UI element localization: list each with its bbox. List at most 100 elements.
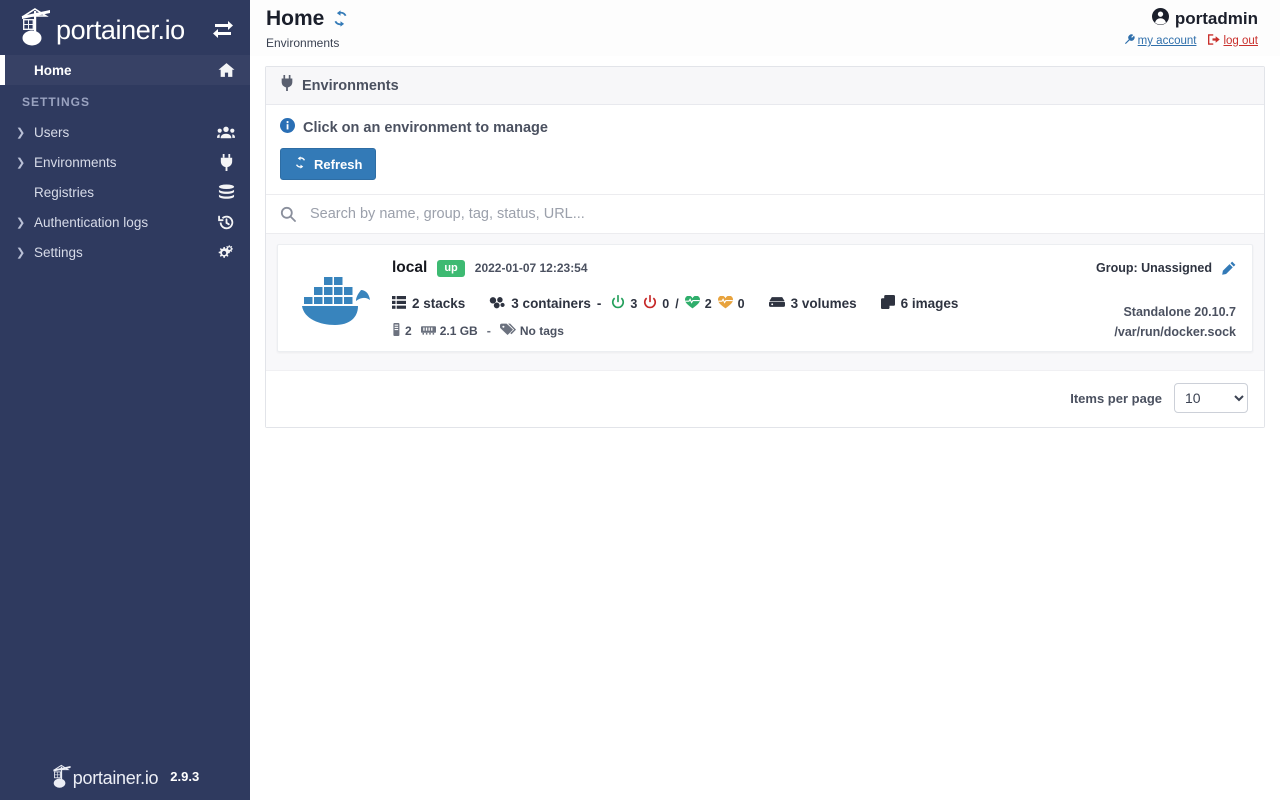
items-per-page-label: Items per page [1070, 391, 1162, 406]
exchange-arrows-icon[interactable] [210, 15, 236, 41]
sync-icon [294, 156, 307, 172]
chevron-right-icon: ❯ [16, 156, 30, 169]
chevron-right-icon: ❯ [16, 126, 30, 139]
cpu-icon [392, 323, 401, 339]
volumes-icon [769, 296, 785, 311]
stat-tags: No tags [500, 323, 564, 339]
environment-title-row: local up 2022-01-07 12:23:54 [392, 259, 1096, 277]
stat-volumes: 3 volumes [769, 296, 857, 311]
environment-endpoint: /var/run/docker.sock [1096, 325, 1236, 339]
stat-containers-label: 3 containers [511, 296, 591, 311]
sidebar-brand-label: portainer.io [56, 17, 185, 49]
refresh-icon[interactable] [332, 10, 349, 27]
sidebar-item-settings[interactable]: ❯ Settings [0, 237, 250, 267]
containers-icon [489, 296, 505, 312]
stat-memory-label: 2.1 GB [440, 324, 478, 338]
gears-icon [216, 244, 236, 261]
stat-images-label: 6 images [901, 296, 959, 311]
environment-timestamp: 2022-01-07 12:23:54 [475, 261, 588, 275]
sidebar-item-users[interactable]: ❯ Users [0, 117, 250, 147]
wrench-icon [1124, 34, 1135, 48]
users-icon [216, 124, 236, 140]
sidebar-version: 2.9.3 [170, 769, 199, 786]
sidebar-footer-brand: portainer.io [51, 764, 158, 790]
sidebar-item-registries[interactable]: Registries [0, 177, 250, 207]
main-content: Home Environments [250, 0, 1280, 800]
stat-containers-stopped: 0 [643, 295, 669, 312]
chevron-right-icon: ❯ [16, 246, 30, 259]
log-out-label: log out [1223, 35, 1258, 47]
plug-icon [216, 154, 236, 171]
sidebar-item-environments[interactable]: ❯ Environments [0, 147, 250, 177]
info-text: Click on an environment to manage [303, 120, 548, 136]
panel-body: Click on an environment to manage Refres… [266, 105, 1264, 427]
pencil-icon[interactable] [1222, 261, 1236, 275]
stat-volumes-label: 3 volumes [791, 296, 857, 311]
panel-header: Environments [266, 67, 1264, 105]
items-per-page-select[interactable]: 102550100 [1174, 383, 1248, 413]
database-icon [216, 184, 236, 200]
environments-panel: Environments Click on an environment to … [265, 66, 1265, 428]
sidebar-item-authentication-logs[interactable]: ❯ Authentication logs [0, 207, 250, 237]
sidebar-item-settings-label: Settings [30, 245, 216, 260]
sidebar-brand: portainer.io [18, 7, 210, 49]
environment-meta: Group: Unassigned Stan [1096, 259, 1236, 339]
stat-healthy-count: 2 [705, 297, 712, 311]
info-circle-icon [280, 118, 295, 138]
user-name-row: portadmin [1124, 8, 1258, 30]
panel-wrapper: Environments Click on an environment to … [250, 56, 1280, 428]
plug-icon [280, 75, 294, 96]
topbar: Home Environments [250, 0, 1280, 56]
stat-slash: / [675, 297, 678, 311]
stat-stopped-count: 0 [662, 297, 669, 311]
heartbeat-green-icon [685, 296, 700, 312]
home-icon [216, 62, 236, 79]
stacks-icon [392, 296, 406, 312]
my-account-label: my account [1138, 35, 1197, 47]
status-badge: up [437, 260, 464, 277]
refresh-button[interactable]: Refresh [280, 148, 376, 180]
stat-containers-running: 3 [611, 295, 637, 312]
stat-stacks-label: 2 stacks [412, 296, 465, 311]
search-row [266, 194, 1264, 234]
sidebar-item-authentication-logs-label: Authentication logs [30, 215, 216, 230]
environment-engine-block: Standalone 20.10.7 /var/run/docker.sock [1096, 299, 1236, 339]
sign-out-icon [1208, 34, 1220, 48]
environment-engine: Standalone 20.10.7 [1096, 305, 1236, 319]
user-links: my account log out [1124, 34, 1258, 48]
stat-running-count: 3 [630, 297, 637, 311]
pagination-row: Items per page 102550100 [266, 370, 1264, 427]
sidebar-item-registries-label: Registries [30, 185, 216, 200]
power-on-icon [611, 295, 625, 312]
log-out-link[interactable]: log out [1208, 34, 1258, 48]
stat-containers-unhealthy: 0 [718, 296, 745, 312]
panel-title: Environments [302, 78, 399, 94]
actions-row: Refresh [266, 144, 1264, 194]
environment-name: local [392, 259, 427, 277]
sidebar-header: portainer.io [0, 0, 250, 55]
page-title-row: Home [266, 8, 349, 29]
my-account-link[interactable]: my account [1124, 34, 1197, 48]
sidebar-item-home[interactable]: Home [0, 55, 250, 85]
environment-card-local[interactable]: local up 2022-01-07 12:23:54 [277, 244, 1253, 352]
environment-resources-row: 2 [392, 323, 1096, 339]
user-name: portadmin [1175, 9, 1258, 29]
portainer-logo-icon [18, 7, 54, 49]
sidebar-footer-label: portainer.io [73, 769, 158, 790]
images-icon [881, 295, 895, 312]
refresh-button-label: Refresh [314, 157, 362, 172]
sidebar-item-home-label: Home [30, 63, 216, 78]
sidebar: portainer.io Home SETTINGS ❯ Users [0, 0, 250, 800]
chevron-right-icon: ❯ [16, 216, 30, 229]
stat-cpu-label: 2 [405, 324, 412, 338]
search-input[interactable] [308, 205, 1250, 223]
page-subtitle: Environments [266, 36, 349, 50]
history-icon [216, 214, 236, 231]
heartbeat-orange-icon [718, 296, 733, 312]
docker-whale-icon [290, 259, 386, 339]
search-icon [280, 206, 296, 222]
memory-icon [421, 324, 436, 338]
sidebar-item-users-label: Users [30, 125, 216, 140]
page-heading: Home Environments [266, 8, 349, 50]
page-title: Home [266, 8, 324, 29]
